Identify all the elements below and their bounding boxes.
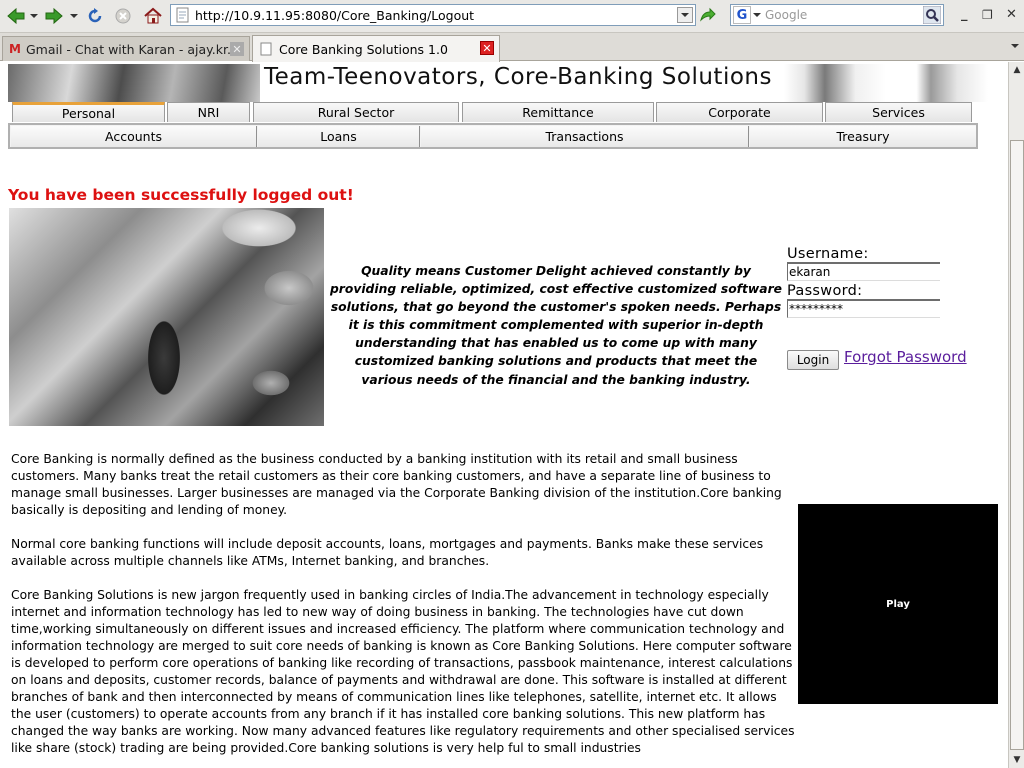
scroll-down-arrow-icon[interactable]: ▼ [1009, 752, 1024, 768]
tab-personal[interactable]: Personal [12, 102, 165, 122]
restore-button[interactable]: ❐ [982, 8, 993, 22]
home-icon [144, 7, 162, 24]
url-text[interactable]: http://10.9.11.95:8080/Core_Banking/Logo… [195, 8, 474, 23]
tab-list-dropdown[interactable] [1011, 44, 1019, 48]
tab-nri[interactable]: NRI [167, 102, 250, 122]
username-field[interactable] [787, 262, 940, 281]
tab-rural-sector[interactable]: Rural Sector [253, 102, 459, 122]
password-label: Password: [787, 283, 863, 299]
video-player[interactable]: Play [798, 504, 998, 704]
tab-strip: M Gmail - Chat with Karan - ajay.kr... ✕… [0, 33, 1024, 62]
close-tab-icon[interactable]: ✕ [230, 42, 244, 56]
banner-image-left [8, 64, 260, 102]
site-title: Team-Teenovators, Core-Banking Solutions [264, 64, 772, 90]
back-history-dropdown[interactable] [29, 5, 39, 27]
close-window-button[interactable]: ✕ [1006, 7, 1017, 22]
gmail-icon: M [9, 42, 21, 56]
site-banner: Team-Teenovators, Core-Banking Solutions [8, 64, 988, 102]
google-logo-icon[interactable]: G [733, 6, 751, 24]
reload-button[interactable] [84, 5, 106, 27]
username-label: Username: [787, 246, 869, 262]
subtab-loans[interactable]: Loans [258, 126, 420, 147]
secondary-nav: Accounts Loans Transactions Treasury [8, 123, 978, 149]
back-arrow-icon [7, 7, 25, 25]
forward-history-dropdown[interactable] [69, 5, 79, 27]
go-arrow-icon [700, 7, 716, 22]
paragraph: Core Banking Solutions is new jargon fre… [11, 588, 795, 755]
tab-services[interactable]: Services [825, 102, 972, 122]
paragraph: Normal core banking functions will inclu… [11, 537, 764, 568]
stop-button[interactable] [112, 5, 134, 27]
finance-collage-image [9, 208, 324, 426]
scroll-thumb[interactable] [1010, 140, 1024, 750]
scroll-up-arrow-icon[interactable]: ▲ [1009, 62, 1024, 78]
browser-tab-core-banking[interactable]: Core Banking Solutions 1.0 ✕ [252, 35, 500, 62]
home-button[interactable] [141, 5, 165, 27]
page-viewport: Team-Teenovators, Core-Banking Solutions… [0, 62, 1008, 768]
stop-icon [115, 8, 131, 24]
back-button[interactable] [4, 5, 28, 27]
search-input[interactable]: Google [765, 8, 807, 22]
paragraph: Core Banking is normally defined as the … [11, 452, 782, 517]
forward-button[interactable] [42, 5, 66, 27]
go-button[interactable] [698, 5, 718, 27]
chevron-down-icon [70, 14, 78, 18]
browser-tab-gmail[interactable]: M Gmail - Chat with Karan - ajay.kr... ✕ [2, 36, 250, 61]
vertical-scrollbar[interactable]: ▲ ▼ [1008, 62, 1024, 768]
forward-arrow-icon [45, 7, 63, 25]
url-bar[interactable]: http://10.9.11.95:8080/Core_Banking/Logo… [170, 4, 696, 26]
tab-label: Core Banking Solutions 1.0 [279, 41, 448, 57]
tab-remittance[interactable]: Remittance [462, 102, 654, 122]
subtab-transactions[interactable]: Transactions [421, 126, 749, 147]
play-button[interactable]: Play [886, 599, 910, 610]
login-form: Username: Password: Login Forgot Passwor… [787, 246, 987, 370]
browser-toolbar: http://10.9.11.95:8080/Core_Banking/Logo… [0, 0, 1024, 33]
page-icon [260, 42, 272, 56]
password-field[interactable] [787, 299, 940, 318]
body-copy: Core Banking is normally defined as the … [11, 451, 799, 768]
tab-label: Gmail - Chat with Karan - ajay.kr... [25, 41, 239, 57]
login-button[interactable]: Login [787, 350, 839, 370]
tab-corporate[interactable]: Corporate [656, 102, 823, 122]
logout-message: You have been successfully logged out! [8, 186, 354, 204]
forgot-password-link[interactable]: Forgot Password [844, 348, 967, 366]
subtab-accounts[interactable]: Accounts [11, 126, 257, 147]
reload-icon [88, 8, 102, 23]
quality-quote: Quality means Customer Delight achieved … [330, 264, 782, 387]
page-icon [176, 7, 189, 23]
chevron-down-icon [681, 13, 689, 17]
url-history-dropdown[interactable] [677, 7, 693, 23]
minimize-button[interactable]: _ [961, 7, 968, 22]
close-tab-icon[interactable]: ✕ [480, 41, 494, 55]
search-engine-dropdown[interactable] [753, 13, 761, 17]
chevron-down-icon [30, 14, 38, 18]
subtab-treasury[interactable]: Treasury [750, 126, 976, 147]
magnifier-icon[interactable] [923, 6, 941, 24]
banner-image-right [784, 64, 988, 102]
search-bar[interactable]: G Google [730, 4, 944, 26]
